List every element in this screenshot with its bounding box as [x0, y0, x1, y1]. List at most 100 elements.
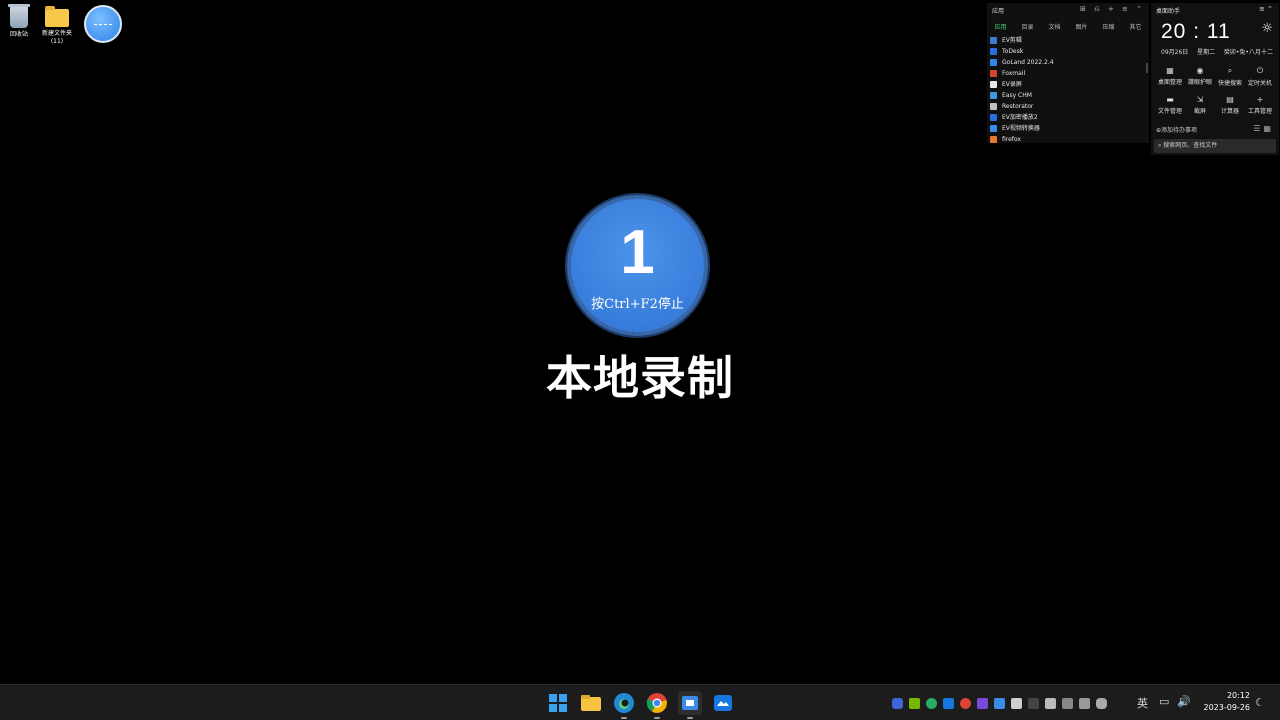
new-folder-icon[interactable]: 新建文件夹 (11) [37, 4, 77, 46]
assistant-search-input[interactable]: ⌕ 搜索网页、查找文件 [1154, 139, 1276, 153]
countdown-number: 1 [620, 218, 655, 287]
app-name: EV加密播放2 [1002, 114, 1038, 121]
edge-browser-button[interactable] [612, 691, 636, 719]
launcher-app-item[interactable]: EV剪辑 [990, 35, 1054, 46]
launcher-app-item[interactable]: firefox [990, 134, 1054, 145]
assistant-tool-grid: ▦ 桌面整理 ◉ 護眼护眼 ⌕ 快捷搜索 ⏻ 定时关机 ▬ 文件管理 ⇲ 截屏 ▤ 计算器 + 工具管理 [1155, 66, 1275, 115]
floating-ball-icon[interactable] [84, 5, 122, 43]
taskbar: 英 ▭ 🔊 20:12 2023-09-26 ☾ [0, 684, 1280, 720]
monitor-icon[interactable] [1045, 697, 1056, 709]
launcher-app-item[interactable]: Foxmail [990, 68, 1054, 79]
app-icon [990, 81, 997, 88]
network-icon[interactable]: ▭ [1159, 695, 1169, 711]
launcher-app-item[interactable]: ToDesk [990, 46, 1054, 57]
tool-icon: ▦ [1166, 66, 1174, 75]
launcher-app-item[interactable]: Easy CHM [990, 90, 1054, 101]
app-icon [990, 59, 997, 66]
ev-tray-icon[interactable] [994, 697, 1005, 709]
folder-icon [581, 695, 601, 711]
taskbar-clock[interactable]: 20:12 2023-09-26 [1200, 690, 1251, 714]
assistant-tool-button[interactable]: ▤ 计算器 [1215, 95, 1245, 115]
search-placeholder: 搜索网页、查找文件 [1163, 142, 1218, 149]
recycle-bin-glyph-icon [8, 4, 30, 28]
launcher-app-item[interactable]: EV加密播放2 [990, 112, 1054, 123]
launcher-toolbar[interactable]: ⊞ ⎌ + ≡ ⌃ [1080, 5, 1145, 14]
capture-tray-icon[interactable] [977, 697, 988, 709]
tool-label: 定时关机 [1247, 80, 1272, 87]
assistant-tool-button[interactable]: ⇲ 截屏 [1185, 95, 1215, 115]
assistant-menu-icon[interactable]: ≡ ⌃ [1259, 5, 1273, 13]
tool-icon: ⌕ [1227, 66, 1233, 75]
assistant-tool-button[interactable]: + 工具管理 [1245, 95, 1275, 115]
chrome-browser-button[interactable] [645, 691, 669, 719]
cloud-app-button[interactable] [711, 691, 735, 715]
grid-view-icon[interactable]: ▦ [1263, 124, 1274, 133]
nvidia-icon[interactable] [909, 697, 920, 709]
launcher-title: 应用 [992, 8, 1005, 15]
app-icon [990, 70, 997, 77]
app-icon [990, 103, 997, 110]
assistant-lunar: 癸卯•兔•八月十二 [1223, 49, 1273, 56]
app-name: Restorator [1002, 103, 1034, 110]
file-explorer-button[interactable] [579, 691, 603, 715]
notification-icon[interactable]: ☾ [1255, 696, 1265, 709]
tool-icon: + [1256, 95, 1264, 104]
windows-logo-icon [549, 694, 557, 702]
tab-apps[interactable]: 应用 [994, 22, 1006, 31]
search-icon: ⌕ [1158, 142, 1162, 149]
windows-tray-icon[interactable] [1062, 697, 1073, 709]
usb-icon[interactable] [1079, 697, 1090, 709]
sun-icon[interactable]: ☼ [1261, 21, 1273, 36]
assistant-tool-button[interactable]: ▦ 桌面整理 [1155, 66, 1185, 87]
app-icon [990, 37, 997, 44]
tool-label: 截屏 [1193, 108, 1206, 115]
chrome-icon [646, 693, 667, 713]
cloud-tray-icon[interactable] [943, 697, 954, 709]
tab-other[interactable]: 其它 [1129, 22, 1141, 31]
app-icon [990, 48, 997, 55]
app-launcher-panel: 应用 ⊞ ⎌ + ≡ ⌃ 应用 目录 文档 图片 压缩 其它 EV剪辑 ToDes… [987, 3, 1149, 143]
countdown-stop-hint: 按Ctrl+F2停止 [591, 297, 684, 312]
add-todo-button[interactable]: ⊕添加待办事项 [1156, 125, 1197, 134]
launcher-app-item[interactable]: GoLand 2022.2.4 [990, 57, 1054, 68]
recycle-bin-icon[interactable]: 回收站 [0, 4, 38, 39]
windows-logo-quad [549, 704, 557, 712]
recycle-bin-label: 回收站 [9, 31, 28, 38]
assistant-tool-button[interactable]: ⏻ 定时关机 [1245, 66, 1275, 87]
tab-archives[interactable]: 压缩 [1102, 22, 1114, 31]
tab-images[interactable]: 图片 [1075, 22, 1087, 31]
launcher-app-item[interactable]: EV录屏 [990, 79, 1054, 90]
launcher-app-item[interactable]: Restorator [990, 101, 1054, 112]
tool-icon: ▤ [1226, 95, 1234, 104]
ev-recorder-button[interactable] [678, 691, 702, 719]
volume-icon[interactable]: 🔊 [1177, 695, 1191, 711]
tool-icon: ⏻ [1256, 66, 1264, 75]
start-button[interactable] [546, 691, 570, 715]
app-icon [990, 136, 997, 143]
tab-directory[interactable]: 目录 [1021, 22, 1033, 31]
shield-icon[interactable] [892, 697, 903, 709]
app-name: EV视频转换器 [1002, 125, 1040, 132]
assistant-tool-button[interactable]: ⌕ 快捷搜索 [1215, 66, 1245, 87]
taskbar-time: 20:12 [1226, 691, 1250, 700]
cloud-app-icon [714, 695, 732, 711]
pen-icon[interactable] [1028, 697, 1039, 709]
windows-logo-quad [559, 694, 567, 702]
wechat-icon[interactable] [926, 697, 937, 709]
launcher-app-item[interactable]: EV视频转换器 [990, 123, 1054, 134]
tab-documents[interactable]: 文档 [1048, 22, 1060, 31]
input-method-indicator[interactable]: 英 [1137, 695, 1148, 711]
recording-countdown: 1 按Ctrl+F2停止 [567, 195, 708, 336]
system-status-icons[interactable]: ▭ 🔊 [1159, 695, 1191, 711]
assistant-clock: 20 : 11 [1161, 20, 1231, 43]
todo-actions: ☰▦ [1253, 124, 1274, 133]
puzzle-icon[interactable] [1011, 697, 1022, 709]
assistant-tool-button[interactable]: ◉ 護眼护眼 [1185, 66, 1215, 87]
desktop-assistant-panel: 桌面助手 ≡ ⌃ 20 : 11 ☼ 09月26日 星期二 癸卯•兔•八月十二 … [1151, 3, 1279, 155]
chrome-tray-icon[interactable] [960, 697, 971, 709]
note-icon[interactable]: ☰ [1253, 124, 1263, 133]
launcher-scrollbar[interactable] [1146, 63, 1148, 73]
assistant-date-row: 09月26日 星期二 癸卯•兔•八月十二 [1161, 47, 1273, 56]
microphone-icon[interactable] [1096, 697, 1107, 709]
assistant-tool-button[interactable]: ▬ 文件管理 [1155, 95, 1185, 115]
